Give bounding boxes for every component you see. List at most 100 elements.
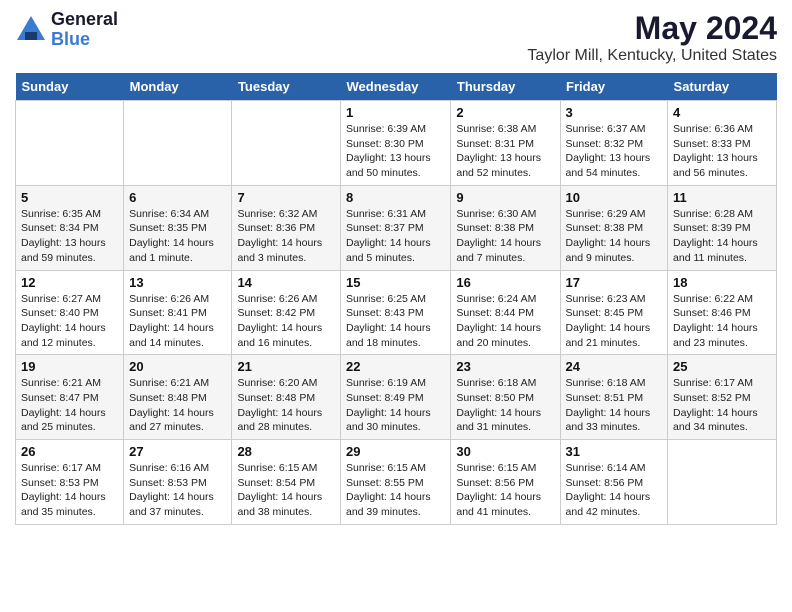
day-number: 25 (673, 359, 771, 374)
calendar-cell-w1-d3 (232, 101, 341, 186)
week-row-2: 5 Sunrise: 6:35 AMSunset: 8:34 PMDaylight… (16, 185, 777, 270)
day-info: Sunrise: 6:25 AMSunset: 8:43 PMDaylight:… (346, 292, 445, 351)
calendar-cell-w1-d6: 3 Sunrise: 6:37 AMSunset: 8:32 PMDaylight… (560, 101, 667, 186)
day-info: Sunrise: 6:23 AMSunset: 8:45 PMDaylight:… (566, 292, 662, 351)
day-info: Sunrise: 6:39 AMSunset: 8:30 PMDaylight:… (346, 122, 445, 181)
day-number: 28 (237, 444, 335, 459)
calendar-cell-w3-d5: 16 Sunrise: 6:24 AMSunset: 8:44 PMDayligh… (451, 270, 560, 355)
calendar-cell-w2-d6: 10 Sunrise: 6:29 AMSunset: 8:38 PMDayligh… (560, 185, 667, 270)
calendar-cell-w5-d5: 30 Sunrise: 6:15 AMSunset: 8:56 PMDayligh… (451, 440, 560, 525)
subtitle: Taylor Mill, Kentucky, United States (527, 47, 777, 65)
week-row-1: 1 Sunrise: 6:39 AMSunset: 8:30 PMDaylight… (16, 101, 777, 186)
day-info: Sunrise: 6:19 AMSunset: 8:49 PMDaylight:… (346, 376, 445, 435)
day-number: 10 (566, 190, 662, 205)
day-info: Sunrise: 6:26 AMSunset: 8:41 PMDaylight:… (129, 292, 226, 351)
day-info: Sunrise: 6:34 AMSunset: 8:35 PMDaylight:… (129, 207, 226, 266)
day-number: 30 (456, 444, 554, 459)
day-info: Sunrise: 6:24 AMSunset: 8:44 PMDaylight:… (456, 292, 554, 351)
col-monday: Monday (124, 73, 232, 101)
page-header: General Blue May 2024 Taylor Mill, Kentu… (15, 10, 777, 65)
day-number: 7 (237, 190, 335, 205)
calendar-cell-w4-d4: 22 Sunrise: 6:19 AMSunset: 8:49 PMDayligh… (341, 355, 451, 440)
day-number: 8 (346, 190, 445, 205)
calendar-cell-w5-d1: 26 Sunrise: 6:17 AMSunset: 8:53 PMDayligh… (16, 440, 124, 525)
calendar-cell-w3-d1: 12 Sunrise: 6:27 AMSunset: 8:40 PMDayligh… (16, 270, 124, 355)
day-number: 29 (346, 444, 445, 459)
col-saturday: Saturday (668, 73, 777, 101)
day-number: 16 (456, 275, 554, 290)
day-number: 15 (346, 275, 445, 290)
day-number: 11 (673, 190, 771, 205)
day-info: Sunrise: 6:28 AMSunset: 8:39 PMDaylight:… (673, 207, 771, 266)
calendar-cell-w2-d3: 7Sunrise: 6:32 AMSunset: 8:36 PMDaylight… (232, 185, 341, 270)
calendar-cell-w4-d2: 20Sunrise: 6:21 AMSunset: 8:48 PMDayligh… (124, 355, 232, 440)
calendar-cell-w1-d2 (124, 101, 232, 186)
day-info: Sunrise: 6:22 AMSunset: 8:46 PMDaylight:… (673, 292, 771, 351)
day-number: 14 (237, 275, 335, 290)
logo: General Blue (15, 10, 118, 50)
calendar-cell-w2-d4: 8 Sunrise: 6:31 AMSunset: 8:37 PMDaylight… (341, 185, 451, 270)
col-tuesday: Tuesday (232, 73, 341, 101)
day-number: 1 (346, 105, 445, 120)
day-number: 26 (21, 444, 118, 459)
day-number: 2 (456, 105, 554, 120)
day-number: 22 (346, 359, 445, 374)
calendar-cell-w5-d3: 28Sunrise: 6:15 AMSunset: 8:54 PMDayligh… (232, 440, 341, 525)
calendar-cell-w2-d2: 6Sunrise: 6:34 AMSunset: 8:35 PMDaylight… (124, 185, 232, 270)
day-info: Sunrise: 6:29 AMSunset: 8:38 PMDaylight:… (566, 207, 662, 266)
day-info: Sunrise: 6:37 AMSunset: 8:32 PMDaylight:… (566, 122, 662, 181)
main-title: May 2024 (527, 10, 777, 47)
header-row: Sunday Monday Tuesday Wednesday Thursday… (16, 73, 777, 101)
day-number: 5 (21, 190, 118, 205)
day-info: Sunrise: 6:31 AMSunset: 8:37 PMDaylight:… (346, 207, 445, 266)
day-number: 4 (673, 105, 771, 120)
day-info: Sunrise: 6:17 AMSunset: 8:53 PMDaylight:… (21, 461, 118, 520)
calendar-cell-w3-d2: 13 Sunrise: 6:26 AMSunset: 8:41 PMDayligh… (124, 270, 232, 355)
day-info: Sunrise: 6:30 AMSunset: 8:38 PMDaylight:… (456, 207, 554, 266)
calendar-cell-w5-d7 (668, 440, 777, 525)
day-info: Sunrise: 6:21 AMSunset: 8:47 PMDaylight:… (21, 376, 118, 435)
title-block: May 2024 Taylor Mill, Kentucky, United S… (527, 10, 777, 65)
day-info: Sunrise: 6:35 AMSunset: 8:34 PMDaylight:… (21, 207, 118, 266)
day-info: Sunrise: 6:26 AMSunset: 8:42 PMDaylight:… (237, 292, 335, 351)
day-number: 13 (129, 275, 226, 290)
calendar-cell-w5-d6: 31 Sunrise: 6:14 AMSunset: 8:56 PMDayligh… (560, 440, 667, 525)
week-row-5: 26 Sunrise: 6:17 AMSunset: 8:53 PMDayligh… (16, 440, 777, 525)
day-info: Sunrise: 6:15 AMSunset: 8:56 PMDaylight:… (456, 461, 554, 520)
logo-text: General Blue (51, 10, 118, 50)
calendar-cell-w3-d7: 18 Sunrise: 6:22 AMSunset: 8:46 PMDayligh… (668, 270, 777, 355)
day-number: 27 (129, 444, 226, 459)
day-info: Sunrise: 6:38 AMSunset: 8:31 PMDaylight:… (456, 122, 554, 181)
calendar-cell-w4-d1: 19 Sunrise: 6:21 AMSunset: 8:47 PMDayligh… (16, 355, 124, 440)
calendar-cell-w4-d7: 25Sunrise: 6:17 AMSunset: 8:52 PMDayligh… (668, 355, 777, 440)
day-info: Sunrise: 6:14 AMSunset: 8:56 PMDaylight:… (566, 461, 662, 520)
day-number: 31 (566, 444, 662, 459)
calendar-table: Sunday Monday Tuesday Wednesday Thursday… (15, 73, 777, 525)
day-info: Sunrise: 6:27 AMSunset: 8:40 PMDaylight:… (21, 292, 118, 351)
day-info: Sunrise: 6:18 AMSunset: 8:50 PMDaylight:… (456, 376, 554, 435)
day-number: 18 (673, 275, 771, 290)
day-number: 21 (237, 359, 335, 374)
day-number: 24 (566, 359, 662, 374)
day-number: 19 (21, 359, 118, 374)
day-number: 17 (566, 275, 662, 290)
calendar-cell-w3-d6: 17 Sunrise: 6:23 AMSunset: 8:45 PMDayligh… (560, 270, 667, 355)
day-number: 9 (456, 190, 554, 205)
week-row-3: 12 Sunrise: 6:27 AMSunset: 8:40 PMDayligh… (16, 270, 777, 355)
day-info: Sunrise: 6:16 AMSunset: 8:53 PMDaylight:… (129, 461, 226, 520)
calendar-cell-w1-d1 (16, 101, 124, 186)
col-wednesday: Wednesday (341, 73, 451, 101)
day-info: Sunrise: 6:21 AMSunset: 8:48 PMDaylight:… (129, 376, 226, 435)
calendar-cell-w1-d5: 2 Sunrise: 6:38 AMSunset: 8:31 PMDaylight… (451, 101, 560, 186)
day-number: 12 (21, 275, 118, 290)
col-thursday: Thursday (451, 73, 560, 101)
col-sunday: Sunday (16, 73, 124, 101)
day-number: 3 (566, 105, 662, 120)
calendar-cell-w5-d4: 29 Sunrise: 6:15 AMSunset: 8:55 PMDayligh… (341, 440, 451, 525)
calendar-cell-w2-d1: 5 Sunrise: 6:35 AMSunset: 8:34 PMDaylight… (16, 185, 124, 270)
calendar-cell-w4-d3: 21Sunrise: 6:20 AMSunset: 8:48 PMDayligh… (232, 355, 341, 440)
week-row-4: 19 Sunrise: 6:21 AMSunset: 8:47 PMDayligh… (16, 355, 777, 440)
calendar-cell-w2-d7: 11 Sunrise: 6:28 AMSunset: 8:39 PMDayligh… (668, 185, 777, 270)
calendar-cell-w1-d7: 4Sunrise: 6:36 AMSunset: 8:33 PMDaylight… (668, 101, 777, 186)
day-info: Sunrise: 6:15 AMSunset: 8:55 PMDaylight:… (346, 461, 445, 520)
